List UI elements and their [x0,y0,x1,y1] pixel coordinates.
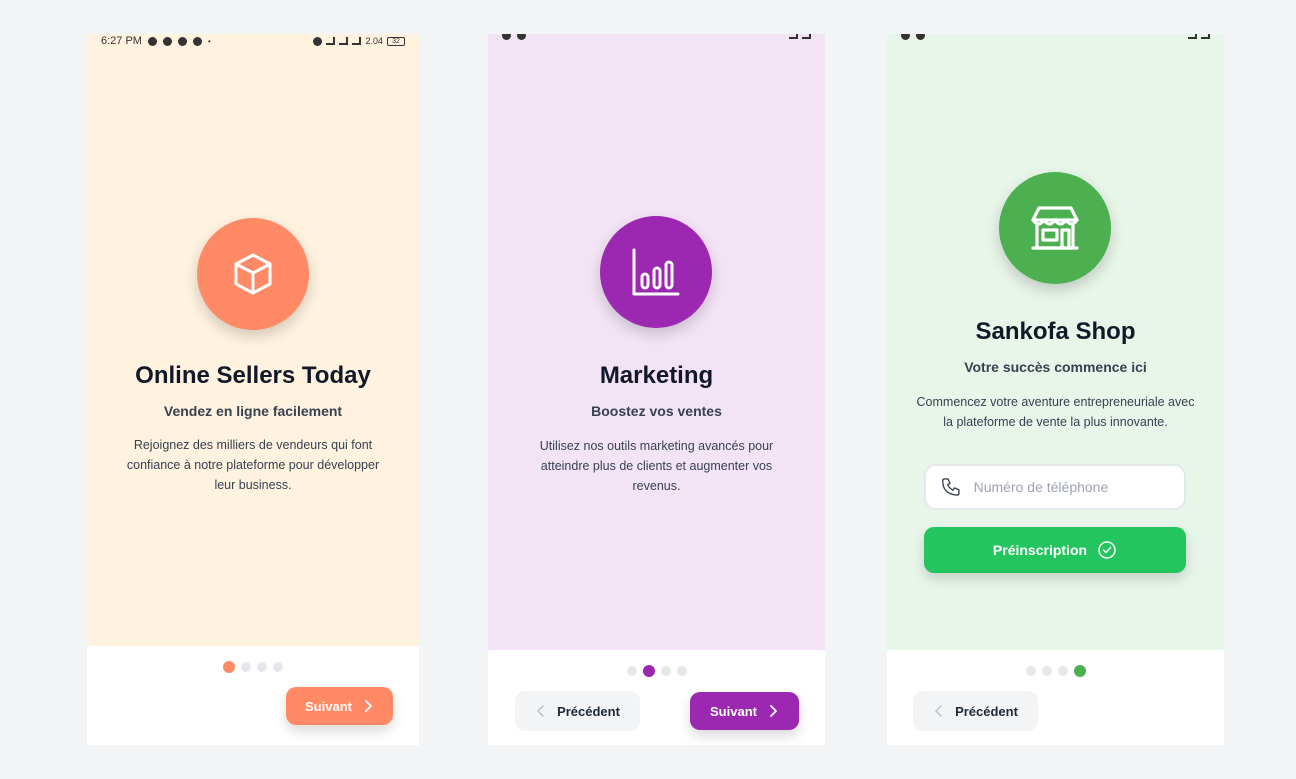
chevron-left-icon [935,705,942,717]
page-dot-2 [241,662,251,672]
status-time: 6:27 PM [101,35,142,47]
previous-button-label: Précédent [955,703,1018,719]
storefront-icon [1031,206,1079,250]
alarm-icon [313,36,323,46]
status-bar [488,34,825,42]
signal-icon [1188,34,1197,39]
previous-button-label: Précédent [557,703,620,719]
messenger-icon [162,36,172,46]
chevron-right-icon [365,700,372,712]
screen-title: Online Sellers Today [135,362,371,389]
page-dot-1 [1025,666,1036,676]
chevron-right-icon [770,705,777,717]
screen-description: Utilisez nos outils marketing avancés po… [539,439,774,493]
wifi-icon [326,37,336,45]
onboarding-screen-3: Sankofa Shop Votre succès commence ici C… [887,34,1224,745]
status-icon [901,34,910,40]
shop-icon-circle [999,172,1111,284]
page-indicator [488,665,825,677]
phone-icon [942,478,960,496]
screen-subtitle: Boostez vos ventes [591,403,722,419]
status-bar: 6:27 PM • 2.04 32 [87,34,419,48]
signal-icon [802,34,811,39]
page-dot-3 [1057,666,1068,676]
screen-title: Marketing [599,362,714,389]
screen-description: Commencez votre aventure entrepreneurial… [916,395,1195,429]
signal-icon [352,37,362,45]
phone-field[interactable] [924,464,1186,510]
battery-icon: 32 [387,36,405,46]
page-dot-2 [642,665,655,677]
preregister-button[interactable]: Préinscription [924,527,1186,573]
facebook-icon [147,36,157,46]
screen-subtitle: Votre succès commence ici [964,359,1147,375]
chevron-left-icon [537,705,544,717]
screen-1-background [87,34,419,646]
screen-title: Sankofa Shop [975,318,1136,345]
screen-2-background [488,34,825,650]
previous-button[interactable]: Précédent [913,691,1038,731]
screen-subtitle: Vendez en ligne facilement [163,403,343,419]
next-button[interactable]: Suivant [286,687,393,725]
dot-icon: • [207,36,211,46]
status-bar [887,34,1224,42]
next-button-label: Suivant [710,703,757,719]
status-icon [502,34,511,40]
screen-description: Rejoignez des milliers de vendeurs qui f… [126,438,380,492]
preregister-button-label: Préinscription [992,542,1088,558]
page-dot-1 [626,666,637,676]
onboarding-screen-1: 6:27 PM • 2.04 32 Online Sellers Today V… [87,34,419,745]
status-icon [517,34,526,40]
page-dot-4 [1073,665,1086,677]
page-indicator [887,665,1224,677]
signal-icon [789,34,798,39]
page-dot-2 [1041,666,1052,676]
cube-icon [234,253,272,295]
signal-icon [339,37,349,45]
page-dot-3 [660,666,671,676]
phone-input[interactable] [973,479,1170,495]
onboarding-screen-2: Marketing Boostez vos ventes Utilisez no… [488,34,825,745]
page-indicator [87,661,419,673]
previous-button[interactable]: Précédent [515,691,640,731]
page-dot-3 [257,662,267,672]
signal-icon [1201,34,1210,39]
page-dot-4 [676,666,687,676]
page-dot-1 [223,661,235,673]
status-icon [916,34,925,40]
page-dot-4 [273,662,283,672]
check-circle-icon [1098,541,1116,559]
next-button[interactable]: Suivant [690,692,799,730]
next-button-label: Suivant [305,698,352,714]
chart-icon-circle [600,216,712,328]
bar-chart-icon [632,248,680,296]
paypal-icon [192,36,202,46]
cube-icon-circle [197,218,309,330]
network-speed: 2.04 [365,36,383,46]
meta-icon [177,36,187,46]
